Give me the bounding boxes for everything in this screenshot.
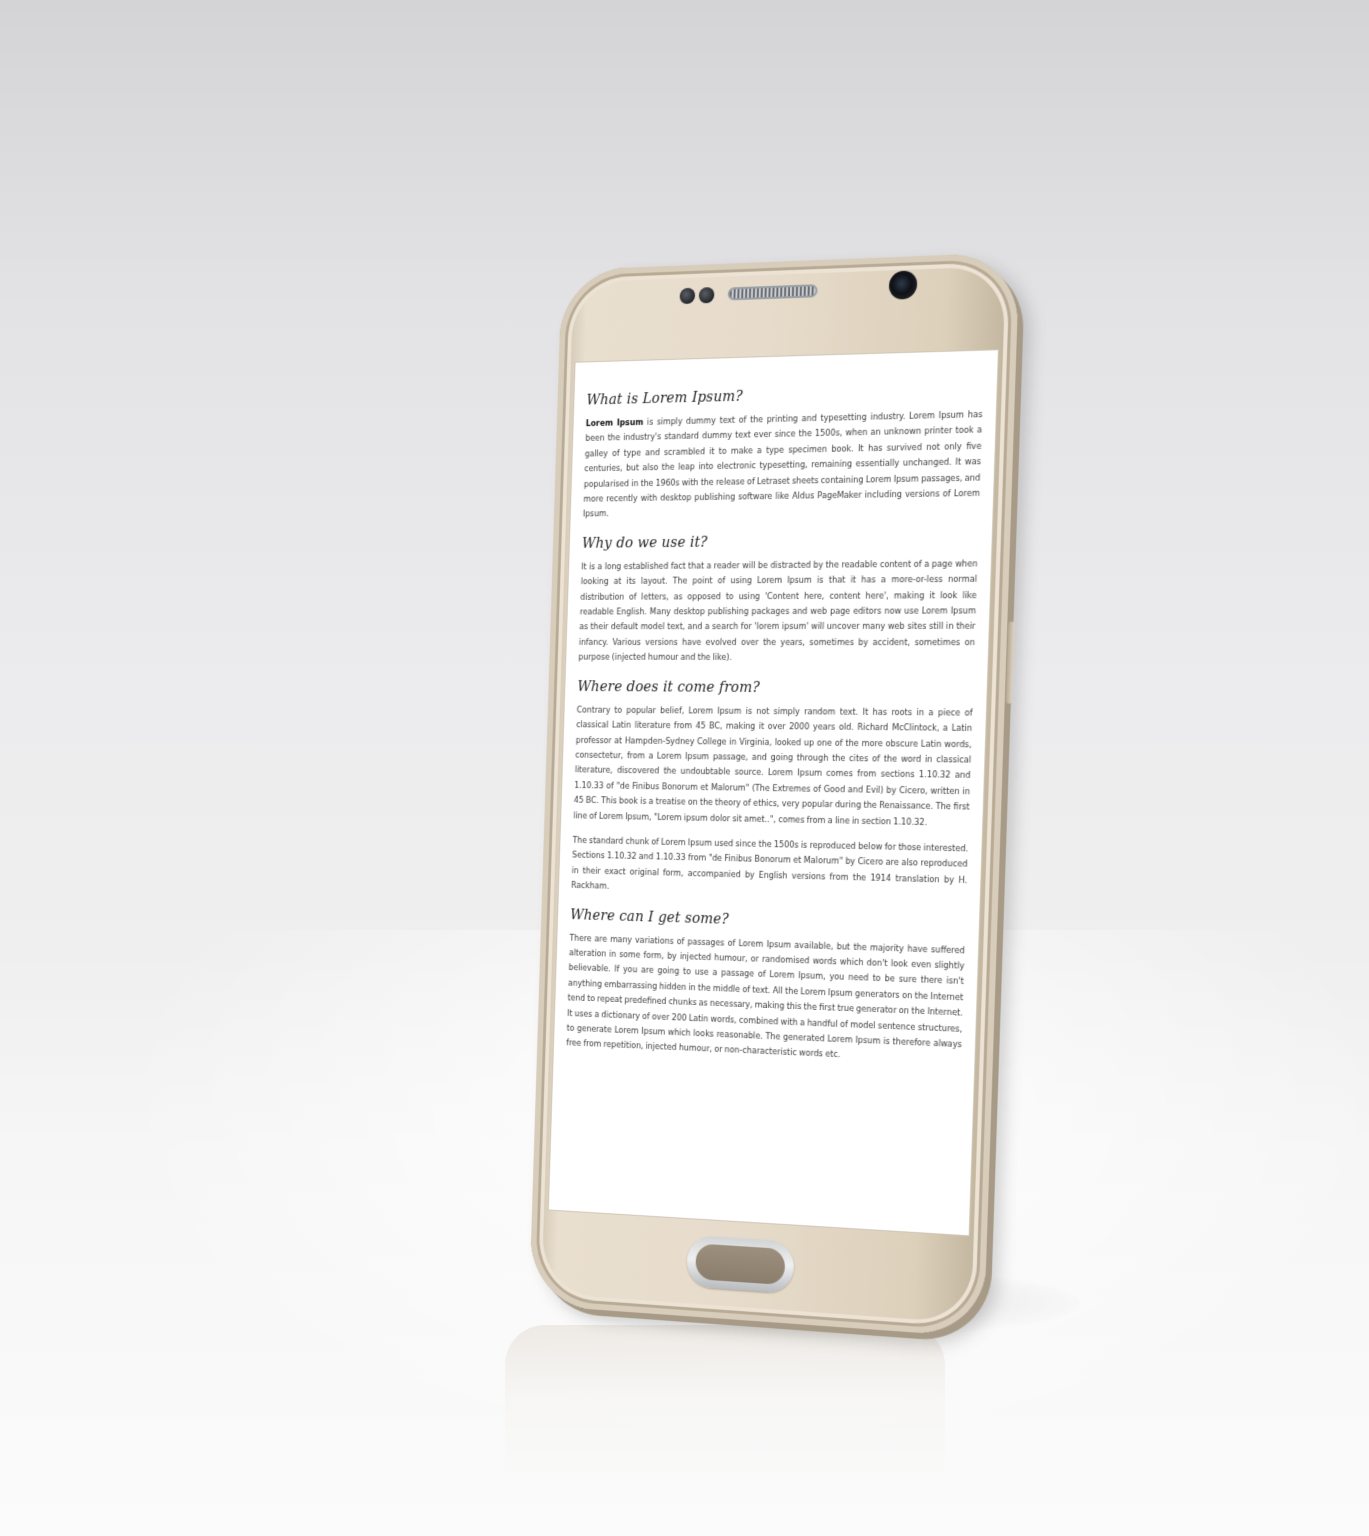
paragraph-text: is simply dummy text of the printing and… bbox=[582, 408, 983, 519]
volume-key bbox=[1005, 621, 1015, 704]
light-sensor-icon bbox=[698, 286, 715, 304]
paragraph-why: It is a long established fact that a rea… bbox=[578, 558, 978, 663]
article: What is Lorem Ipsum? Lorem Ipsum is simp… bbox=[553, 349, 999, 1069]
heading-why: Why do we use it? bbox=[581, 534, 708, 552]
paragraph-where-get: There are many variations of passages of… bbox=[566, 932, 966, 1060]
paragraph-what-is: Lorem Ipsum is simply dummy text of the … bbox=[583, 407, 983, 522]
phone-screen[interactable]: What is Lorem Ipsum? Lorem Ipsum is simp… bbox=[547, 349, 999, 1237]
bold-lead: Lorem Ipsum bbox=[585, 416, 644, 429]
home-button-icon[interactable] bbox=[686, 1234, 795, 1294]
heading-where-get: Where can I get some? bbox=[569, 906, 730, 928]
paragraph-where-from: Contrary to popular belief, Lorem Ipsum … bbox=[573, 704, 973, 827]
scene: What is Lorem Ipsum? Lorem Ipsum is simp… bbox=[0, 0, 1369, 1536]
front-camera-icon bbox=[888, 270, 918, 300]
paragraph-standard-chunk: The standard chunk of Lorem Ipsum used s… bbox=[571, 834, 969, 891]
proximity-sensor-icon bbox=[679, 287, 696, 305]
fingerprint-sensor bbox=[695, 1243, 786, 1286]
heading-what-is: What is Lorem Ipsum? bbox=[586, 388, 743, 409]
speaker-grille-icon bbox=[727, 284, 818, 301]
heading-where-from: Where does it come from? bbox=[577, 678, 761, 696]
smartphone: What is Lorem Ipsum? Lorem Ipsum is simp… bbox=[529, 252, 1020, 1338]
